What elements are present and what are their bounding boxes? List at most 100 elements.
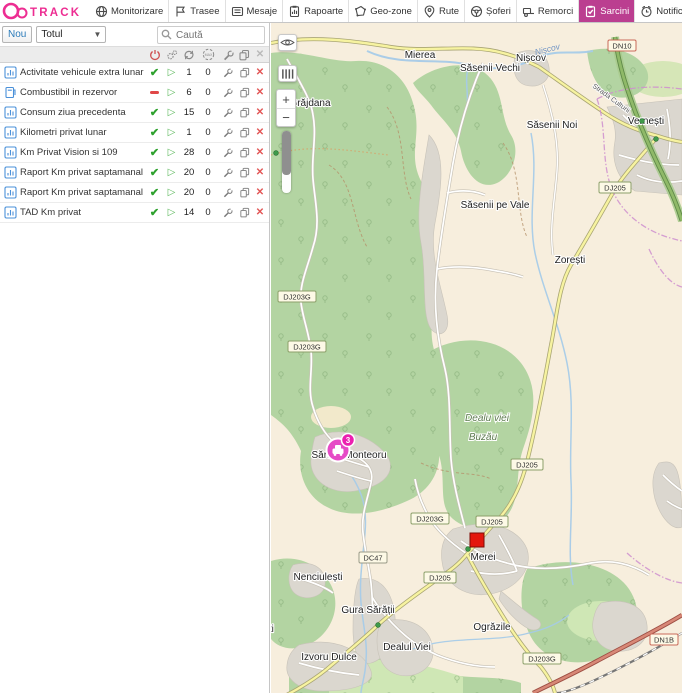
search-input[interactable]	[157, 26, 265, 44]
status-active-icon[interactable]: ✔	[146, 126, 163, 139]
trailer-icon	[522, 5, 535, 18]
task-row[interactable]: Raport Km privat saptamanal html ✔ ▷ 20 …	[0, 183, 269, 203]
run-task-button[interactable]: ▷	[163, 67, 180, 78]
status-active-icon[interactable]: ✔	[146, 206, 163, 219]
copy-task-icon[interactable]	[237, 167, 251, 178]
zoom-out-button[interactable]: −	[277, 108, 295, 126]
edit-wrench-icon[interactable]	[218, 167, 237, 178]
svg-text:iești: iești	[271, 624, 274, 635]
new-task-button[interactable]: Nou	[2, 26, 32, 43]
task-row[interactable]: Activitate vehicule extra lunar ✔ ▷ 1 0 …	[0, 63, 269, 83]
copy-task-icon[interactable]	[237, 147, 251, 158]
task-count-1: 1	[180, 67, 198, 78]
status-inactive-icon[interactable]	[146, 91, 163, 94]
road-badge-dj203g: DJ203G	[523, 653, 561, 664]
road-badge-dj205: DJ205	[511, 459, 543, 470]
status-active-icon[interactable]: ✔	[146, 106, 163, 119]
road-badge-dj203g: DJ203G	[288, 341, 326, 352]
task-row[interactable]: Combustibil in rezervor ▷ 6 0 ✕	[0, 83, 269, 103]
delete-task-button[interactable]: ✕	[251, 107, 269, 118]
zoom-control: + −	[276, 89, 296, 127]
task-name: Consum ziua precedenta	[20, 107, 146, 118]
nav-notificari[interactable]: Notificări	[635, 0, 682, 22]
task-count-2: 0	[198, 87, 218, 98]
steering-wheel-icon	[470, 5, 483, 18]
status-active-icon[interactable]: ✔	[146, 146, 163, 159]
copy-task-icon[interactable]	[237, 107, 251, 118]
edit-wrench-icon[interactable]	[218, 187, 237, 198]
delete-task-button[interactable]: ✕	[251, 127, 269, 138]
globe-icon	[95, 5, 108, 18]
run-task-button[interactable]: ▷	[163, 107, 180, 118]
nav-monitorizare[interactable]: Monitorizare	[90, 0, 169, 22]
delete-task-button[interactable]: ✕	[251, 67, 269, 78]
delete-task-button[interactable]: ✕	[251, 187, 269, 198]
status-active-icon[interactable]: ✔	[146, 186, 163, 199]
svg-text:Săsenii pe Vale: Săsenii pe Vale	[461, 200, 530, 211]
edit-wrench-icon[interactable]	[218, 87, 237, 98]
nav-remorci[interactable]: Remorci	[517, 0, 579, 22]
copy-task-icon[interactable]	[237, 67, 251, 78]
svg-text:DN10: DN10	[612, 42, 631, 51]
delete-task-button[interactable]: ✕	[251, 87, 269, 98]
map-canvas[interactable]: DN10 DJ205 DJ205 DJ205 DJ205 DJ203G DJ20…	[271, 23, 682, 693]
copy-task-icon[interactable]	[237, 87, 251, 98]
road-badge-dj205: DJ205	[599, 182, 631, 193]
copy-task-icon[interactable]	[237, 187, 251, 198]
svg-text:DJ205: DJ205	[604, 184, 626, 193]
copy-task-icon[interactable]	[237, 127, 251, 138]
nav-soferi[interactable]: Șoferi	[465, 0, 517, 22]
edit-wrench-icon[interactable]	[218, 127, 237, 138]
map-scrollbar-thumb[interactable]	[282, 131, 291, 175]
nav-rute[interactable]: Rute	[418, 0, 465, 22]
cluster-count: 3	[346, 436, 351, 445]
nav-mesaje[interactable]: Mesaje	[226, 0, 284, 22]
task-count-1: 14	[180, 207, 198, 218]
filter-select[interactable]: Totul ▼	[36, 26, 106, 43]
nav-label: Șoferi	[486, 6, 511, 17]
road-badge-dj203g: DJ203G	[411, 513, 449, 524]
svg-text:DN1B: DN1B	[654, 636, 674, 645]
road-badge-dj205: DJ205	[476, 516, 508, 527]
refresh-icon	[180, 49, 198, 61]
task-row[interactable]: Km Privat Vision si 109 ✔ ▷ 28 0 ✕	[0, 143, 269, 163]
svg-text:Săsenii Vechi: Săsenii Vechi	[460, 63, 520, 74]
run-task-button[interactable]: ▷	[163, 207, 180, 218]
message-list-icon	[231, 5, 244, 18]
zoom-in-button[interactable]: +	[277, 90, 295, 108]
map-tiles: DN10 DJ205 DJ205 DJ205 DJ205 DJ203G DJ20…	[271, 23, 682, 693]
nav-trasee[interactable]: Trasee	[169, 0, 225, 22]
nav-label: Notificări	[656, 6, 682, 17]
nav-rapoarte[interactable]: Rapoarte	[283, 0, 349, 22]
tasks-panel: Nou Totul ▼ MAX ✕ Activitate vehicule ex…	[0, 23, 270, 693]
status-active-icon[interactable]: ✔	[146, 166, 163, 179]
nav-sarcini[interactable]: Sarcini	[579, 0, 635, 22]
task-count-1: 6	[180, 87, 198, 98]
run-task-button[interactable]: ▷	[163, 187, 180, 198]
task-count-2: 0	[198, 147, 218, 158]
wrench-icon	[218, 49, 237, 61]
edit-wrench-icon[interactable]	[218, 207, 237, 218]
copy-task-icon[interactable]	[237, 207, 251, 218]
task-row[interactable]: Kilometri privat lunar ✔ ▷ 1 0 ✕	[0, 123, 269, 143]
delete-task-button[interactable]: ✕	[251, 207, 269, 218]
run-task-button[interactable]: ▷	[163, 127, 180, 138]
task-row[interactable]: TAD Km privat ✔ ▷ 14 0 ✕	[0, 203, 269, 223]
delete-task-button[interactable]: ✕	[251, 147, 269, 158]
edit-wrench-icon[interactable]	[218, 147, 237, 158]
svg-text:Nenciulești: Nenciulești	[294, 572, 343, 583]
edit-wrench-icon[interactable]	[218, 107, 237, 118]
run-task-button[interactable]: ▷	[163, 167, 180, 178]
status-active-icon[interactable]: ✔	[146, 66, 163, 79]
delete-task-button[interactable]: ✕	[251, 167, 269, 178]
nav-geo-zone[interactable]: Geo-zone	[349, 0, 418, 22]
task-row[interactable]: Raport Km privat saptamanal ✔ ▷ 20 0 ✕	[0, 163, 269, 183]
alert-marker[interactable]	[470, 533, 484, 547]
edit-wrench-icon[interactable]	[218, 67, 237, 78]
run-task-button[interactable]: ▷	[163, 147, 180, 158]
run-task-button[interactable]: ▷	[163, 87, 180, 98]
top-navigation: TRACK Monitorizare Trasee Mesaje Rapoart…	[0, 0, 682, 23]
measure-tool-button[interactable]	[278, 65, 297, 82]
task-row[interactable]: Consum ziua precedenta ✔ ▷ 15 0 ✕	[0, 103, 269, 123]
visibility-eye-button[interactable]	[278, 34, 297, 51]
